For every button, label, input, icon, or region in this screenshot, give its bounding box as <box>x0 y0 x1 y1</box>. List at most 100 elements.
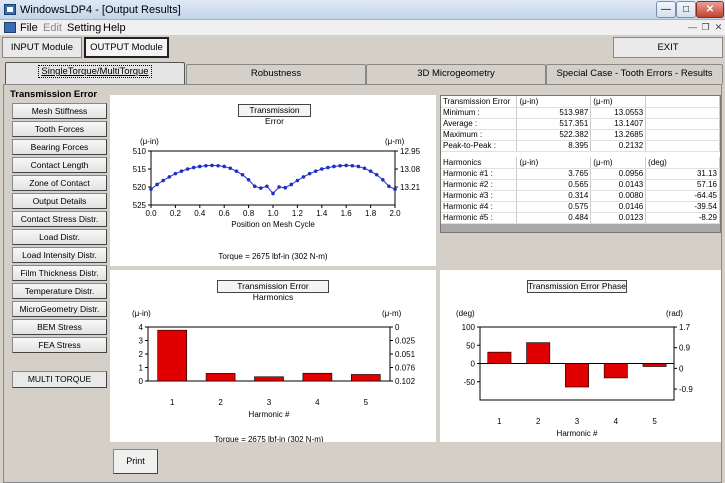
output-module-button[interactable]: OUTPUT Module <box>84 37 169 58</box>
document-icon <box>4 22 16 33</box>
sidebar-item-load-intensity[interactable]: Load Intensity Distr. <box>12 247 107 263</box>
phase-chart-title: Transmission Error Phase <box>527 280 627 293</box>
y-tick-label: 3 <box>139 337 144 346</box>
table-row: Harmonic #5 :0.484 0.0123 -8.29 <box>441 212 720 224</box>
te-data-point <box>301 175 306 179</box>
sidebar-item-tooth-forces[interactable]: Tooth Forces <box>12 121 107 137</box>
tab-label: SingleTorque/MultiTorque <box>38 65 152 78</box>
y-axis-left-label: (deg) <box>456 309 475 318</box>
row-value-m: 13.0553 <box>590 107 647 119</box>
sidebar-item-film-thickness[interactable]: Film Thickness Distr. <box>12 265 107 281</box>
x-tick-label: 0.8 <box>243 209 255 218</box>
row-value-in: 0.575 <box>516 201 592 213</box>
y-axis-left-label: (μ-in) <box>132 309 151 318</box>
print-button[interactable]: Print <box>113 449 158 474</box>
mdi-close-icon[interactable]: ✕ <box>712 21 725 34</box>
window-title: WindowsLDP4 - [Output Results] <box>20 4 181 16</box>
table-cell <box>645 96 720 108</box>
te-data-point <box>362 166 367 171</box>
te-data-point <box>167 175 172 179</box>
te-data-point <box>393 187 397 191</box>
te-data-point <box>271 191 275 196</box>
menu-help[interactable]: Help <box>103 22 126 34</box>
bar <box>603 363 628 379</box>
row-value-deg: 31.13 <box>645 168 720 180</box>
menu-edit[interactable]: Edit <box>43 22 62 34</box>
row-label: Harmonic #1 : <box>441 168 518 180</box>
te-data-point <box>198 164 202 169</box>
sidebar-item-temperature[interactable]: Temperature Distr. <box>12 283 107 299</box>
table-header: Harmonics <box>441 157 518 169</box>
te-data-point <box>350 163 355 168</box>
sidebar-item-contact-stress[interactable]: Contact Stress Distr. <box>12 211 107 227</box>
te-data-point <box>161 178 165 183</box>
te-data-point <box>368 169 373 173</box>
tab-robustness[interactable]: Robustness <box>186 64 366 84</box>
te-data-point <box>277 185 281 189</box>
app-icon <box>4 4 16 15</box>
te-data-point <box>240 172 245 177</box>
te-data-point <box>265 184 269 189</box>
te-data-point <box>185 167 190 171</box>
menu-setting[interactable]: Setting <box>67 22 101 34</box>
sidebar-item-mesh-stiffness[interactable]: Mesh Stiffness <box>12 103 107 119</box>
table-row: Minimum :513.987 13.0553 <box>441 107 720 119</box>
bar <box>302 372 333 382</box>
bar <box>205 373 236 382</box>
x-tick-label: 5 <box>652 417 657 426</box>
te-chart-title: Transmission Error <box>238 104 311 126</box>
mdi-minimize-icon[interactable]: — <box>686 21 699 34</box>
harmonics-panel: (μ-in) (μ-m) 0 1 2 3 4 0 0.025 0.051 0.076 0.102 1 2 3… <box>110 270 436 444</box>
row-value-m: 0.0146 <box>590 201 647 213</box>
sidebar-item-bem-stress[interactable]: BEM Stress <box>12 319 107 335</box>
input-module-button[interactable]: INPUT Module <box>2 37 82 58</box>
row-value-in: 0.565 <box>516 179 592 191</box>
sidebar-item-zone-of-contact[interactable]: Zone of Contact <box>12 175 107 191</box>
x-tick-label: 0.4 <box>194 209 206 218</box>
sidebar-item-load-distr[interactable]: Load Distr. <box>12 229 107 245</box>
te-data-point <box>191 165 196 170</box>
row-label: Harmonic #3 : <box>441 190 518 202</box>
maximize-button[interactable]: □ <box>676 1 696 18</box>
te-data-point <box>381 178 385 182</box>
row-value-in: 0.314 <box>516 190 592 202</box>
phase-panel: (deg) (rad) -50 0 50 100 1.7 0.9 0 -0.9 1 2 3 4 5 Harmo… <box>440 270 721 442</box>
sidebar-item-contact-length[interactable]: Contact Length <box>12 157 107 173</box>
table-row: Harmonic #3 :0.314 0.0080 -64.45 <box>441 190 720 202</box>
te-data-point <box>204 163 208 168</box>
sidebar-item-microgeometry[interactable]: MicroGeometry Distr. <box>12 301 107 317</box>
row-label: Harmonic #2 : <box>441 179 518 191</box>
te-data-point <box>332 164 336 169</box>
te-data-point <box>338 163 342 168</box>
tab-special-case[interactable]: Special Case - Tooth Errors - Results <box>546 64 723 84</box>
mdi-restore-icon[interactable]: ❐ <box>699 21 712 34</box>
x-axis-label: Harmonic # <box>557 429 598 438</box>
y-right-tick-label: 0 <box>679 364 684 373</box>
sidebar-item-output-details[interactable]: Output Details <box>12 193 107 209</box>
row-value-deg: -39.54 <box>645 201 720 213</box>
te-data-point <box>222 164 226 169</box>
row-label: Harmonic #4 : <box>441 201 518 213</box>
row-value-in: 517.351 <box>516 118 592 130</box>
te-data-point <box>149 187 153 191</box>
exit-button[interactable]: EXIT <box>613 37 723 58</box>
transmission-error-panel: (μ-in) (μ-m) 510 515 520 525 12.95 13.08 13.21 0.… <box>110 95 436 266</box>
menu-file[interactable]: File <box>20 22 38 34</box>
y-right-tick-label: 0.102 <box>395 377 416 386</box>
tab-single-multi-torque[interactable]: SingleTorque/MultiTorque <box>5 62 185 84</box>
row-value-in: 0.484 <box>516 212 592 224</box>
tab-3d-microgeometry[interactable]: 3D Microgeometry <box>366 64 546 84</box>
minimize-button[interactable]: — <box>656 1 676 18</box>
close-button[interactable]: ✕ <box>696 1 724 18</box>
y-tick-label: 0 <box>471 360 476 369</box>
sidebar-item-fea-stress[interactable]: FEA Stress <box>12 337 107 353</box>
sidebar-item-bearing-forces[interactable]: Bearing Forces <box>12 139 107 155</box>
y-right-tick-label: 0.051 <box>395 350 416 359</box>
multi-torque-button[interactable]: MULTI TORQUE <box>12 371 107 388</box>
x-tick-label: 5 <box>364 398 369 407</box>
table-row: Average :517.351 13.1407 <box>441 118 720 130</box>
row-value-m: 0.0956 <box>590 168 647 180</box>
y-tick-label: 100 <box>462 323 476 332</box>
x-tick-label: 1 <box>497 417 502 426</box>
y-axis-right-label: (μ-m) <box>385 137 405 146</box>
